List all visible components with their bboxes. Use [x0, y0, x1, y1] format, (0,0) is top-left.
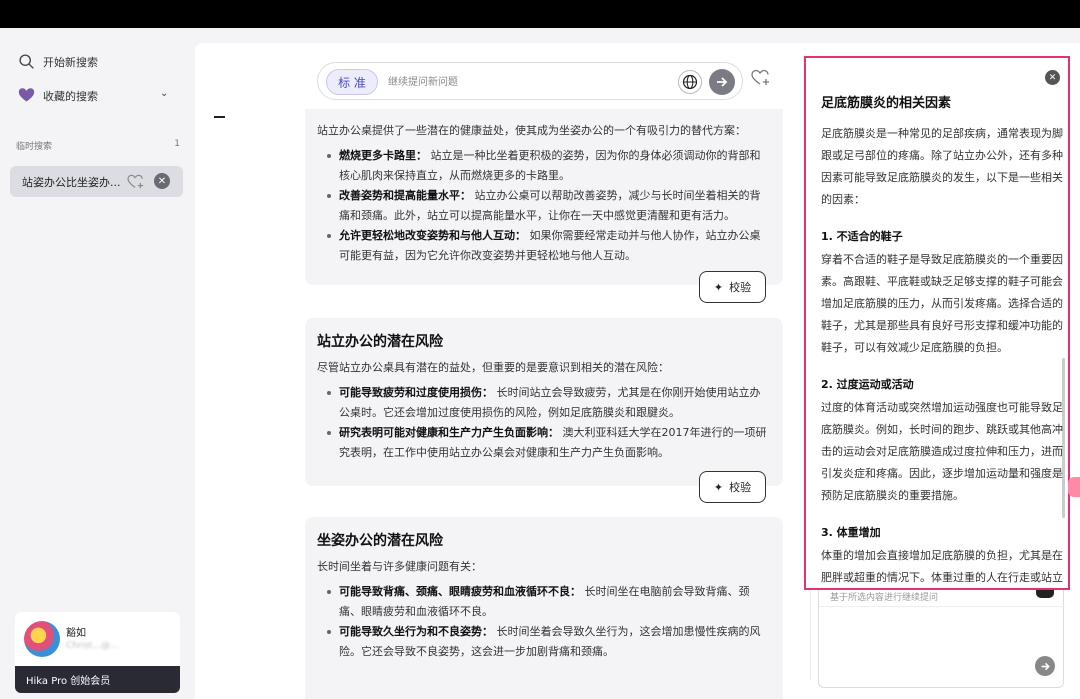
divider: [819, 606, 1065, 607]
history-item-label: 站姿办公比坐姿办...: [22, 175, 121, 189]
avatar: [24, 621, 60, 657]
membership-badge: Hika Pro 创始会员: [15, 666, 180, 693]
card-intro: 尽管站立办公桌具有潜在的益处，但重要的是要意识到相关的潜在风险：: [317, 361, 669, 374]
verify-label: 校验: [729, 281, 752, 294]
search-bar: 标 准: [317, 62, 743, 100]
favorites-button[interactable]: 收藏的搜索: [18, 87, 98, 104]
list-item: 可能导致背痛、颈痛、眼睛疲劳和血液循环不良： 长时间坐在电脑前会导致背痛、颈痛、…: [317, 582, 771, 622]
user-name: 豁如: [66, 628, 86, 639]
followup-toggle[interactable]: [1036, 590, 1054, 598]
list-item: 研究表明可能对健康和生产力产生负面影响： 澳大利亚科廷大学在2017年进行的一项…: [317, 423, 771, 463]
card-title: 坐姿办公的潜在风险: [317, 533, 443, 549]
sidebar: 开始新搜索 收藏的搜索 ⌄ 临时搜索 1 站姿办公比坐姿办... ✕ 豁如 Ch…: [0, 28, 195, 699]
verify-button[interactable]: ✦ 校验: [699, 271, 766, 303]
list-item: 可能导致疲劳和过度使用损伤： 长时间站立会导致疲劳，尤其是在你刚开始使用站立办公…: [317, 383, 771, 423]
section-title: 3. 体重增加: [821, 526, 881, 539]
detail-intro: 足底筋膜炎是一种常见的足部疾病，通常表现为脚跟或足弓部位的疼痛。除了站立办公外，…: [821, 127, 1063, 206]
followup-hint: 基于所选内容进行继续提问: [830, 593, 939, 603]
new-search-label: 开始新搜索: [43, 55, 98, 69]
web-search-toggle[interactable]: [678, 70, 702, 94]
card-intro: 长时间坐着与许多健康问题有关：: [317, 560, 482, 573]
send-button[interactable]: [709, 69, 735, 95]
sparkle-icon: ✦: [713, 480, 724, 494]
section-title: 1. 不适合的鞋子: [821, 230, 903, 243]
mode-selector[interactable]: 标 准: [326, 69, 378, 95]
history-header: 临时搜索 1: [16, 139, 180, 152]
heart-icon: [18, 88, 35, 102]
user-email: Christ...@...: [66, 641, 119, 651]
list-item: 允许更轻松地改变姿势和与他人互动： 如果你需要经常走动并与他人协作，站立办公桌可…: [317, 226, 771, 266]
verify-label: 校验: [729, 481, 752, 494]
close-icon[interactable]: ✕: [154, 173, 170, 189]
answer-card-benefits: 站立办公桌提供了一些潜在的健康益处，使其成为坐姿办公的一个有吸引力的替代方案： …: [305, 109, 783, 285]
risks-list: 可能导致疲劳和过度使用损伤： 长时间站立会导致疲劳，尤其是在你刚开始使用站立办公…: [317, 383, 771, 463]
search-icon: [19, 54, 34, 69]
search-input[interactable]: [388, 72, 658, 92]
arrow-right-icon: [717, 77, 728, 87]
detail-content: 足底筋膜炎的相关因素 足底筋膜炎是一种常见的足部疾病，通常表现为脚跟或足弓部位的…: [821, 92, 1067, 588]
heart-plus-icon[interactable]: [127, 174, 145, 190]
window-top-bar: [0, 0, 1080, 28]
verify-button[interactable]: ✦ 校验: [699, 471, 766, 503]
answer-card-sitting-risks: 坐姿办公的潜在风险 长时间坐着与许多健康问题有关： 可能导致背痛、颈痛、眼睛疲劳…: [305, 517, 783, 699]
chevron-down-icon[interactable]: ⌄: [160, 88, 168, 99]
section-text: 体重的增加会直接增加足底筋膜的负担，尤其是在肥胖或超重的情况下。体重过重的人在行…: [821, 549, 1063, 584]
floating-assistant-tab[interactable]: [1068, 477, 1080, 497]
heart-plus-icon[interactable]: [751, 69, 771, 87]
card-title: 站立办公的潜在风险: [317, 334, 443, 350]
globe-icon: [682, 74, 698, 90]
new-search-button[interactable]: 开始新搜索: [18, 53, 98, 70]
section-text: 穿着不合适的鞋子是导致足底筋膜炎的一个重要因素。高跟鞋、平底鞋或缺乏足够支撑的鞋…: [821, 253, 1063, 354]
collapse-toggle[interactable]: [214, 116, 225, 118]
list-item: 可能导致久坐行为和不良姿势： 长时间坐着会导致久坐行为，这会增加患慢性疾病的风险…: [317, 622, 771, 662]
history-header-label: 临时搜索: [16, 142, 53, 152]
section-text: 过度的体育活动或突然增加运动强度也可能导致足底筋膜炎。例如，长时间的跑步、跳跃或…: [821, 401, 1063, 502]
followup-send-button[interactable]: [1035, 656, 1055, 676]
list-item: 燃烧更多卡路里： 站立是一种比坐着更积极的姿势，因为你的身体必须调动你的背部和核…: [317, 146, 771, 186]
arrow-right-icon: [1041, 662, 1050, 670]
sparkle-icon: ✦: [713, 280, 724, 294]
history-count: 1: [174, 139, 180, 149]
benefits-list: 燃烧更多卡路里： 站立是一种比坐着更积极的姿势，因为你的身体必须调动你的背部和核…: [317, 146, 771, 266]
card-intro: 站立办公桌提供了一些潜在的健康益处，使其成为坐姿办公的一个有吸引力的替代方案：: [317, 124, 746, 137]
detail-panel: ✕ 足底筋膜炎的相关因素 足底筋膜炎是一种常见的足部疾病，通常表现为脚跟或足弓部…: [804, 56, 1070, 590]
followup-box[interactable]: 基于所选内容进行继续提问: [818, 590, 1065, 688]
list-item: 改善姿势和提高能量水平： 站立办公桌可以帮助改善姿势，减少与长时间坐着相关的背痛…: [317, 186, 771, 226]
close-icon[interactable]: ✕: [1045, 70, 1060, 85]
answer-card-standing-risks: 站立办公的潜在风险 尽管站立办公桌具有潜在的益处，但重要的是要意识到相关的潜在风…: [305, 318, 783, 486]
history-item[interactable]: 站姿办公比坐姿办... ✕: [10, 166, 183, 197]
detail-title: 足底筋膜炎的相关因素: [821, 96, 952, 111]
favorites-label: 收藏的搜索: [43, 89, 98, 103]
user-card[interactable]: 豁如 Christ...@... Hika Pro 创始会员: [15, 612, 180, 693]
section-title: 2. 过度运动或活动: [821, 378, 914, 391]
sitting-risks-list: 可能导致背痛、颈痛、眼睛疲劳和血液循环不良： 长时间坐在电脑前会导致背痛、颈痛、…: [317, 582, 771, 662]
